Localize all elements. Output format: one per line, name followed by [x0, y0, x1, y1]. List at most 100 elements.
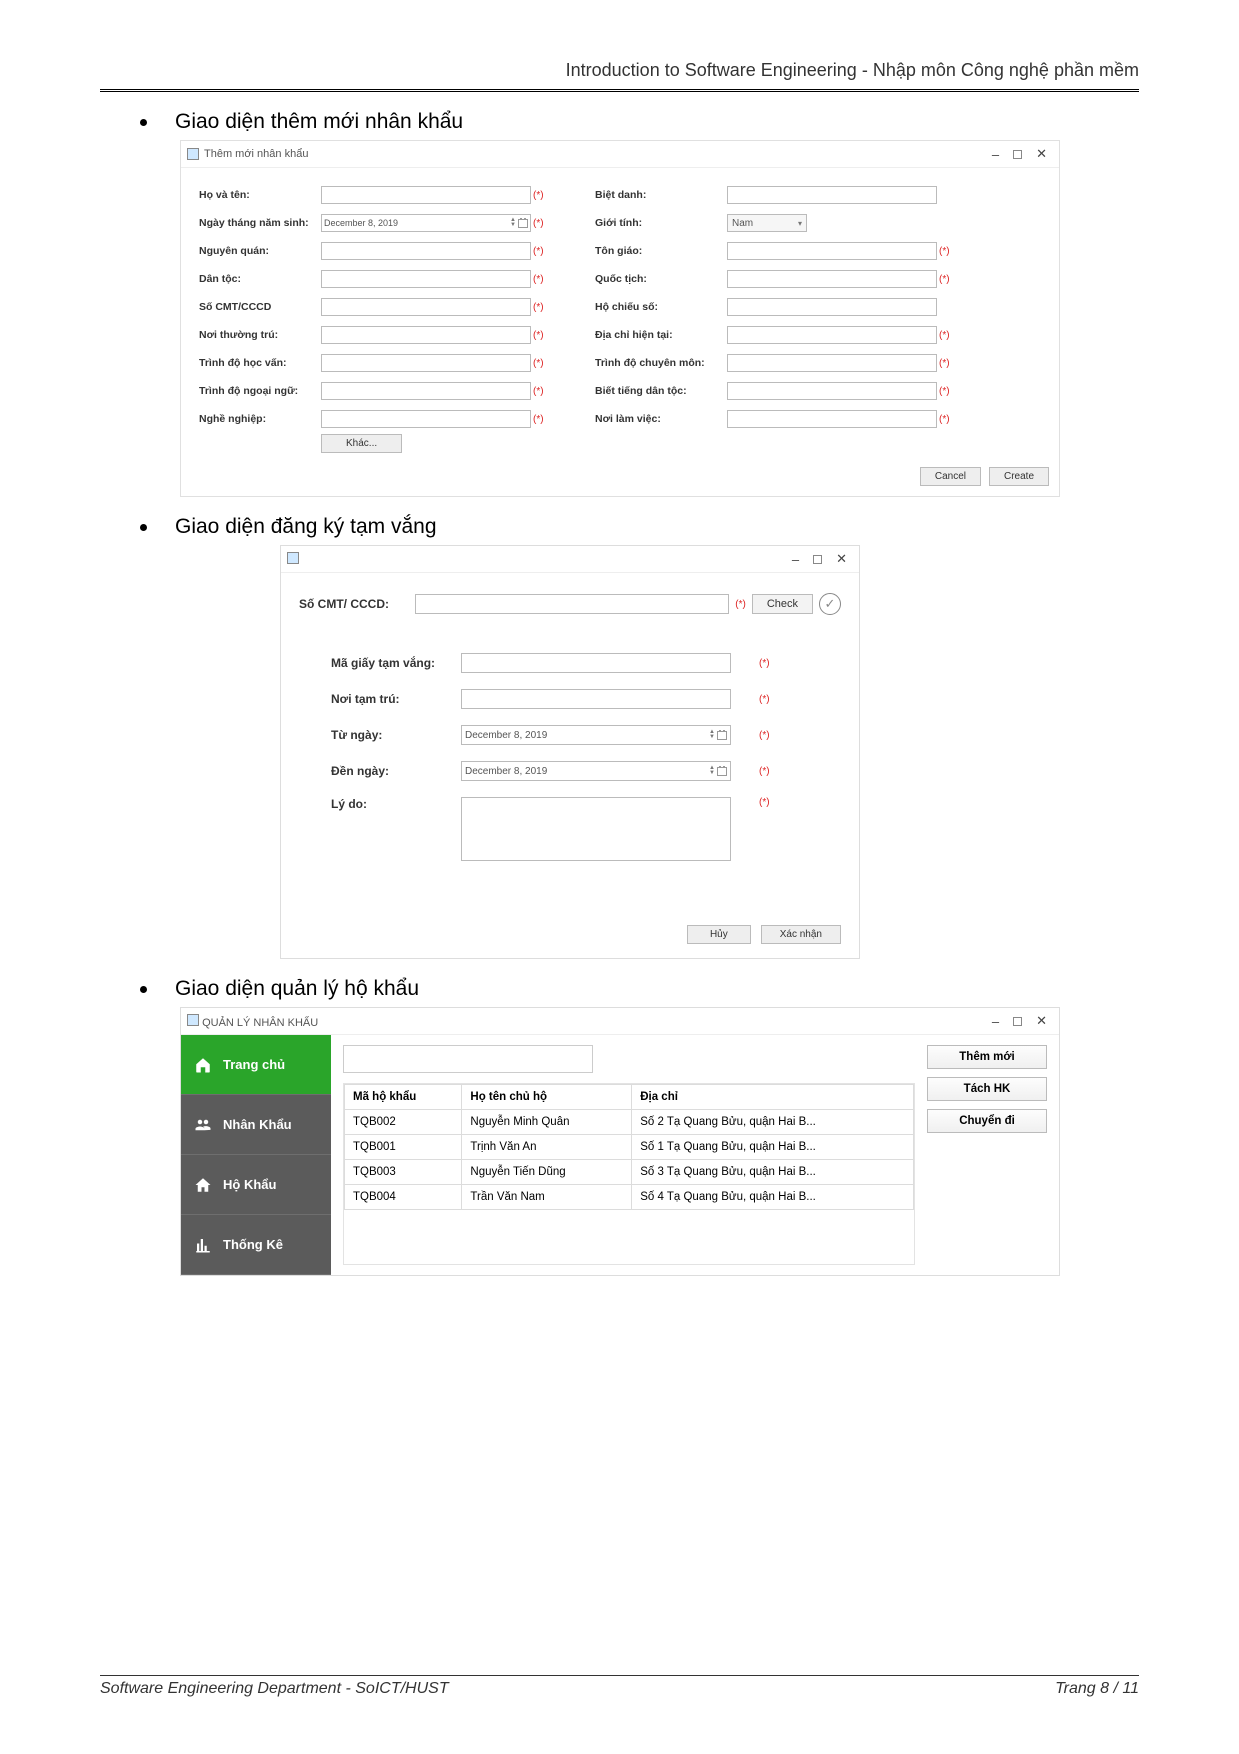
minimize-icon[interactable]: –	[992, 1014, 999, 1029]
label-chuyen-mon: Trình độ chuyên môn:	[595, 357, 725, 369]
cell-dc: Số 1 Tạ Quang Bửu, quận Hai B...	[632, 1135, 914, 1160]
minimize-icon[interactable]: –	[992, 147, 999, 162]
input-biet-tieng[interactable]	[727, 382, 937, 400]
input-dan-toc[interactable]	[321, 270, 531, 288]
search-input[interactable]	[343, 1045, 593, 1073]
close-icon[interactable]: ✕	[1036, 146, 1047, 162]
bullet-dot-icon	[140, 524, 147, 531]
input-chuyen-mon[interactable]	[727, 354, 937, 372]
req-mark: (*)	[939, 274, 957, 285]
minimize-icon[interactable]: –	[792, 552, 799, 567]
input-dia-chi-ht[interactable]	[727, 326, 937, 344]
req-mark: (*)	[759, 797, 777, 808]
create-button[interactable]: Create	[989, 467, 1049, 486]
footer-left: Software Engineering Department - SoICT/…	[100, 1680, 449, 1698]
req-mark: (*)	[533, 302, 551, 313]
page-footer: Software Engineering Department - SoICT/…	[100, 1675, 1139, 1698]
label-ho-chieu: Hộ chiếu số:	[595, 301, 725, 313]
req-mark: (*)	[939, 330, 957, 341]
spinner-icon[interactable]: ▲▼	[709, 730, 715, 740]
khac-button[interactable]: Khác...	[321, 434, 402, 453]
bullet-dot-icon	[140, 986, 147, 993]
input-thuong-tru[interactable]	[321, 326, 531, 344]
screenshot-ho-khau: QUẢN LÝ NHÂN KHẨU – ✕ Trang chủ Nhân Khẩ…	[180, 1007, 1060, 1276]
req-mark: (*)	[533, 274, 551, 285]
calendar-icon[interactable]	[717, 767, 727, 776]
col-ma-ho-khau[interactable]: Mã hộ khẩu	[345, 1085, 462, 1110]
input-nghe-nghiep[interactable]	[321, 410, 531, 428]
sidebar-item-label: Thống Kê	[223, 1237, 283, 1252]
them-moi-button[interactable]: Thêm mới	[927, 1045, 1047, 1069]
calendar-icon[interactable]	[518, 219, 528, 228]
huy-button[interactable]: Hủy	[687, 925, 751, 944]
cell-ten: Trần Văn Nam	[462, 1185, 632, 1210]
chevron-down-icon: ▾	[798, 219, 802, 228]
req-mark: (*)	[939, 358, 957, 369]
input-nguyen-quan[interactable]	[321, 242, 531, 260]
tach-hk-button[interactable]: Tách HK	[927, 1077, 1047, 1101]
bullet-1: Giao diện thêm mới nhân khẩu	[140, 110, 1139, 134]
table-row[interactable]: TQB002 Nguyễn Minh Quân Số 2 Tạ Quang Bử…	[345, 1110, 914, 1135]
xac-nhan-button[interactable]: Xác nhận	[761, 925, 841, 944]
input-so-cmt-2[interactable]	[415, 594, 729, 614]
home-icon	[193, 1056, 213, 1074]
close-icon[interactable]: ✕	[1036, 1013, 1047, 1029]
spinner-icon[interactable]: ▲▼	[709, 766, 715, 776]
chuyen-di-button[interactable]: Chuyển đi	[927, 1109, 1047, 1133]
col-ho-ten[interactable]: Họ tên chủ hộ	[462, 1085, 632, 1110]
footer-right: Trang 8 / 11	[1055, 1680, 1139, 1698]
date-value: December 8, 2019	[465, 730, 547, 741]
label-noi-tam-tru: Nơi tạm trú:	[331, 692, 461, 706]
input-ngay-sinh[interactable]: December 8, 2019 ▲▼	[321, 214, 531, 232]
input-ma-giay[interactable]	[461, 653, 731, 673]
label-quoc-tich: Quốc tịch:	[595, 273, 725, 285]
table-row[interactable]: TQB001 Trịnh Văn An Số 1 Tạ Quang Bửu, q…	[345, 1135, 914, 1160]
col-dia-chi[interactable]: Địa chỉ	[632, 1085, 914, 1110]
input-ngoai-ngu[interactable]	[321, 382, 531, 400]
table-row[interactable]: TQB004 Trần Văn Nam Số 4 Tạ Quang Bửu, q…	[345, 1185, 914, 1210]
cell-ma: TQB004	[345, 1185, 462, 1210]
input-noi-tam-tru[interactable]	[461, 689, 731, 709]
window-titlebar: Thêm mới nhân khẩu – ✕	[181, 141, 1059, 168]
maximize-icon[interactable]	[1013, 1017, 1022, 1026]
label-dan-toc: Dân tộc:	[199, 273, 319, 285]
check-button[interactable]: Check	[752, 594, 813, 614]
input-den-ngay[interactable]: December 8, 2019 ▲▼	[461, 761, 731, 781]
input-ho-ten[interactable]	[321, 186, 531, 204]
label-noi-lam-viec: Nơi làm việc:	[595, 413, 725, 425]
cancel-button[interactable]: Cancel	[920, 467, 981, 486]
select-gioi-tinh[interactable]: Nam ▾	[727, 214, 937, 232]
label-nguyen-quan: Nguyên quán:	[199, 245, 319, 257]
input-tu-ngay[interactable]: December 8, 2019 ▲▼	[461, 725, 731, 745]
cell-dc: Số 2 Tạ Quang Bửu, quận Hai B...	[632, 1110, 914, 1135]
input-quoc-tich[interactable]	[727, 270, 937, 288]
input-ton-giao[interactable]	[727, 242, 937, 260]
input-ly-do[interactable]	[461, 797, 731, 861]
cell-dc: Số 3 Tạ Quang Bửu, quận Hai B...	[632, 1160, 914, 1185]
cell-dc: Số 4 Tạ Quang Bửu, quận Hai B...	[632, 1185, 914, 1210]
maximize-icon[interactable]	[813, 555, 822, 564]
maximize-icon[interactable]	[1013, 150, 1022, 159]
input-hoc-van[interactable]	[321, 354, 531, 372]
sidebar-item-ho-khau[interactable]: Hộ Khẩu	[181, 1155, 331, 1215]
input-biet-danh[interactable]	[727, 186, 937, 204]
input-ho-chieu[interactable]	[727, 298, 937, 316]
input-noi-lam-viec[interactable]	[727, 410, 937, 428]
input-so-cmt[interactable]	[321, 298, 531, 316]
check-ok-icon: ✓	[819, 593, 841, 615]
table-row[interactable]: TQB003 Nguyễn Tiến Dũng Số 3 Tạ Quang Bử…	[345, 1160, 914, 1185]
spinner-icon[interactable]: ▲▼	[510, 218, 516, 228]
calendar-icon[interactable]	[717, 731, 727, 740]
bullet-dot-icon	[140, 119, 147, 126]
sidebar-item-nhan-khau[interactable]: Nhân Khẩu	[181, 1095, 331, 1155]
sidebar-item-home[interactable]: Trang chủ	[181, 1035, 331, 1095]
close-icon[interactable]: ✕	[836, 551, 847, 567]
window-titlebar: – ✕	[281, 546, 859, 573]
req-mark: (*)	[533, 330, 551, 341]
house-icon	[193, 1176, 213, 1194]
req-mark: (*)	[759, 766, 777, 777]
bullet-3-text: Giao diện quản lý hộ khẩu	[175, 977, 419, 1001]
bullet-1-text: Giao diện thêm mới nhân khẩu	[175, 110, 463, 134]
req-mark: (*)	[735, 599, 746, 610]
sidebar-item-thong-ke[interactable]: Thống Kê	[181, 1215, 331, 1275]
